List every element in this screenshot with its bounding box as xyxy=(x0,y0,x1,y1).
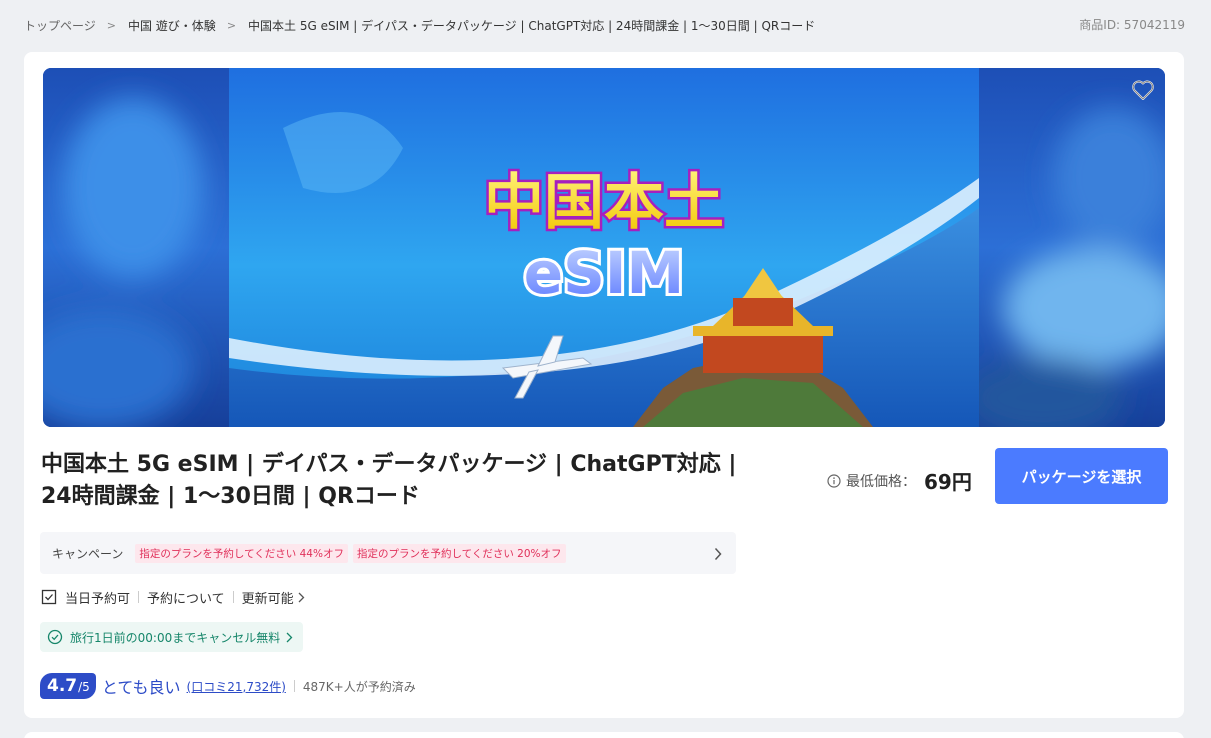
rating-max: /5 xyxy=(78,680,90,694)
hero-title-line1: 中国本土 xyxy=(484,168,724,238)
reviews-link[interactable]: (口コミ21,732件) xyxy=(187,678,286,695)
chevron-right-icon: > xyxy=(226,18,237,32)
campaign-tag: 指定のプランを予約してください 20%オフ xyxy=(352,543,566,563)
renewable-link[interactable]: 更新可能 xyxy=(242,588,305,607)
select-package-button[interactable]: パッケージを選択 xyxy=(995,448,1168,504)
favorite-button[interactable] xyxy=(1129,76,1157,104)
rating-score: 4.7 xyxy=(47,676,78,696)
product-card: 中国本土 eSIM 中国本土 5G eSIM | デイパス・データパッケージ |… xyxy=(24,52,1184,718)
next-section-card xyxy=(24,732,1184,738)
info-icon[interactable] xyxy=(827,473,841,488)
cancellation-text: 旅行1日前の00:00までキャンセル無料 xyxy=(70,630,281,645)
price-label: 最低価格： xyxy=(846,473,916,490)
price-block: 最低価格： 69円 xyxy=(827,466,972,495)
price-value: 69円 xyxy=(924,470,972,494)
campaign-tag: 指定のプランを予約してください 44%オフ xyxy=(135,543,348,563)
chevron-right-icon xyxy=(286,632,293,642)
breadcrumb: トップページ > 中国 遊び・体験 > 中国本土 5G eSIM | デイパス・… xyxy=(24,16,1185,34)
hero-image[interactable]: 中国本土 eSIM xyxy=(43,68,1165,427)
campaign-label: キャンペーン xyxy=(52,546,124,561)
chevron-right-icon xyxy=(298,592,305,602)
product-id: 商品ID: 57042119 xyxy=(1079,18,1185,32)
calendar-check-icon xyxy=(41,589,57,605)
hero-banner-illustration: 中国本土 eSIM xyxy=(43,68,1165,427)
breadcrumb-current: 中国本土 5G eSIM | デイパス・データパッケージ | ChatGPT対応… xyxy=(248,18,816,33)
rating-summary: 4.7 /5 とても良い (口コミ21,732件) 487K+人が予約済み xyxy=(40,672,416,700)
same-day-booking: 当日予約可 xyxy=(65,591,131,607)
heart-icon xyxy=(1132,80,1154,100)
chevron-right-icon xyxy=(714,546,722,565)
booking-features: 当日予約可 予約について 更新可能 xyxy=(41,587,305,607)
hero-title-line2: eSIM xyxy=(524,239,684,307)
rating-badge: 4.7 /5 xyxy=(40,673,96,699)
chevron-right-icon: > xyxy=(106,18,116,32)
rating-label: とても良い xyxy=(101,678,181,697)
check-circle-icon xyxy=(47,629,63,645)
renewable-label: 更新可能 xyxy=(241,591,294,607)
product-title: 中国本土 5G eSIM | デイパス・データパッケージ | ChatGPT対応… xyxy=(41,452,737,509)
booked-count: 487K+人が予約済み xyxy=(302,679,416,694)
campaign-bar[interactable]: キャンペーン 指定のプランを予約してください 44%オフ 指定のプランを予約して… xyxy=(40,532,736,574)
about-booking-link[interactable]: 予約について xyxy=(147,588,225,607)
free-cancellation-badge[interactable]: 旅行1日前の00:00までキャンセル無料 xyxy=(40,622,304,652)
breadcrumb-category[interactable]: 中国 遊び・体験 xyxy=(128,17,216,34)
breadcrumb-home[interactable]: トップページ xyxy=(24,17,96,34)
